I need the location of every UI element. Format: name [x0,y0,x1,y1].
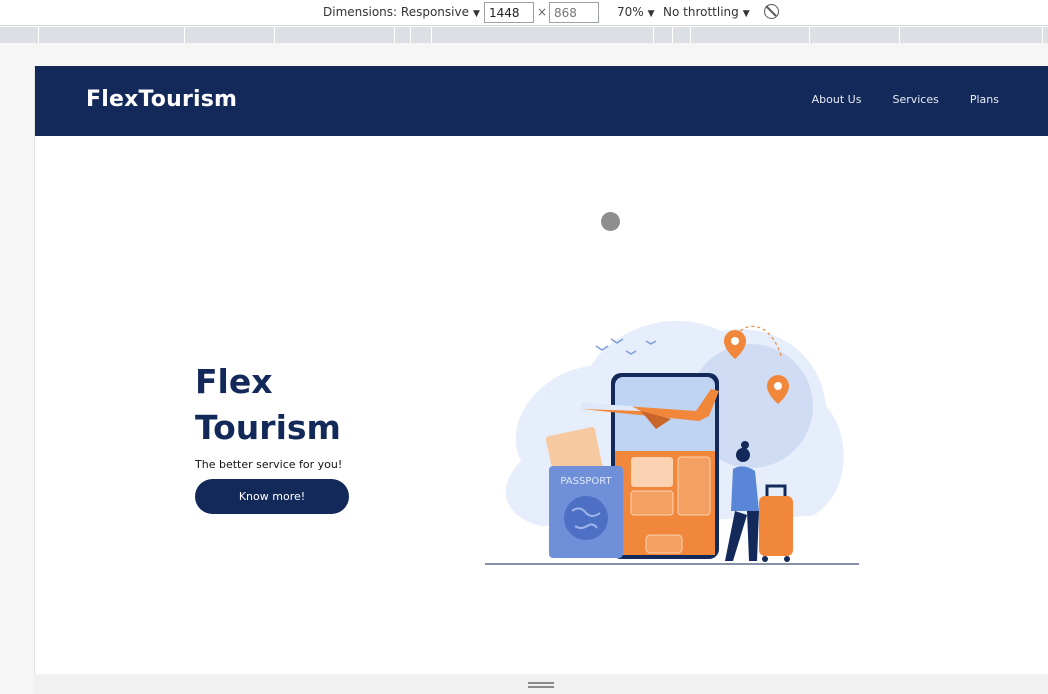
hero-title-line1: Flex [195,362,273,401]
site-navbar: FlexTourism About Us Services Plans [35,66,1048,136]
touch-cursor [601,212,620,231]
throttling-value: No throttling [663,5,739,19]
zoom-value: 70% [617,5,644,19]
nav-links: About Us Services Plans [812,93,999,106]
media-query-bar[interactable] [0,27,1048,43]
height-input[interactable] [549,2,599,23]
chevron-down-icon: ▼ [472,9,480,19]
globe-icon [564,496,608,540]
hero-subtitle: The better service for you! [195,458,343,471]
rotate-icon[interactable] [764,4,779,19]
device-toolbar: Dimensions: Responsive▼ × 70%▼ No thrott… [0,0,1048,26]
dimensions-label: Dimensions: Responsive [323,5,469,19]
know-more-button[interactable]: Know more! [195,479,349,514]
dimensions-dropdown[interactable]: Dimensions: Responsive ▼ [323,5,480,19]
page-viewport: FlexTourism About Us Services Plans Flex… [34,66,1048,674]
nav-link-plans[interactable]: Plans [970,93,999,106]
grip-icon [528,682,554,688]
nav-link-services[interactable]: Services [892,93,938,106]
hero-title: Flex Tourism [195,359,341,451]
brand-logo[interactable]: FlexTourism [86,87,237,112]
passport-label: PASSPORT [560,476,612,487]
travel-illustration: PASSPORT [485,320,859,565]
zoom-dropdown[interactable]: 70% ▼ [617,5,655,19]
chevron-down-icon: ▼ [647,9,655,19]
resize-handle-bottom[interactable] [34,674,1048,694]
chevron-down-icon: ▼ [742,9,750,19]
width-input[interactable] [484,2,534,23]
hero-title-line2: Tourism [195,408,341,447]
throttling-dropdown[interactable]: No throttling ▼ [663,5,750,19]
nav-link-about-us[interactable]: About Us [812,93,862,106]
times-separator: × [537,5,548,19]
